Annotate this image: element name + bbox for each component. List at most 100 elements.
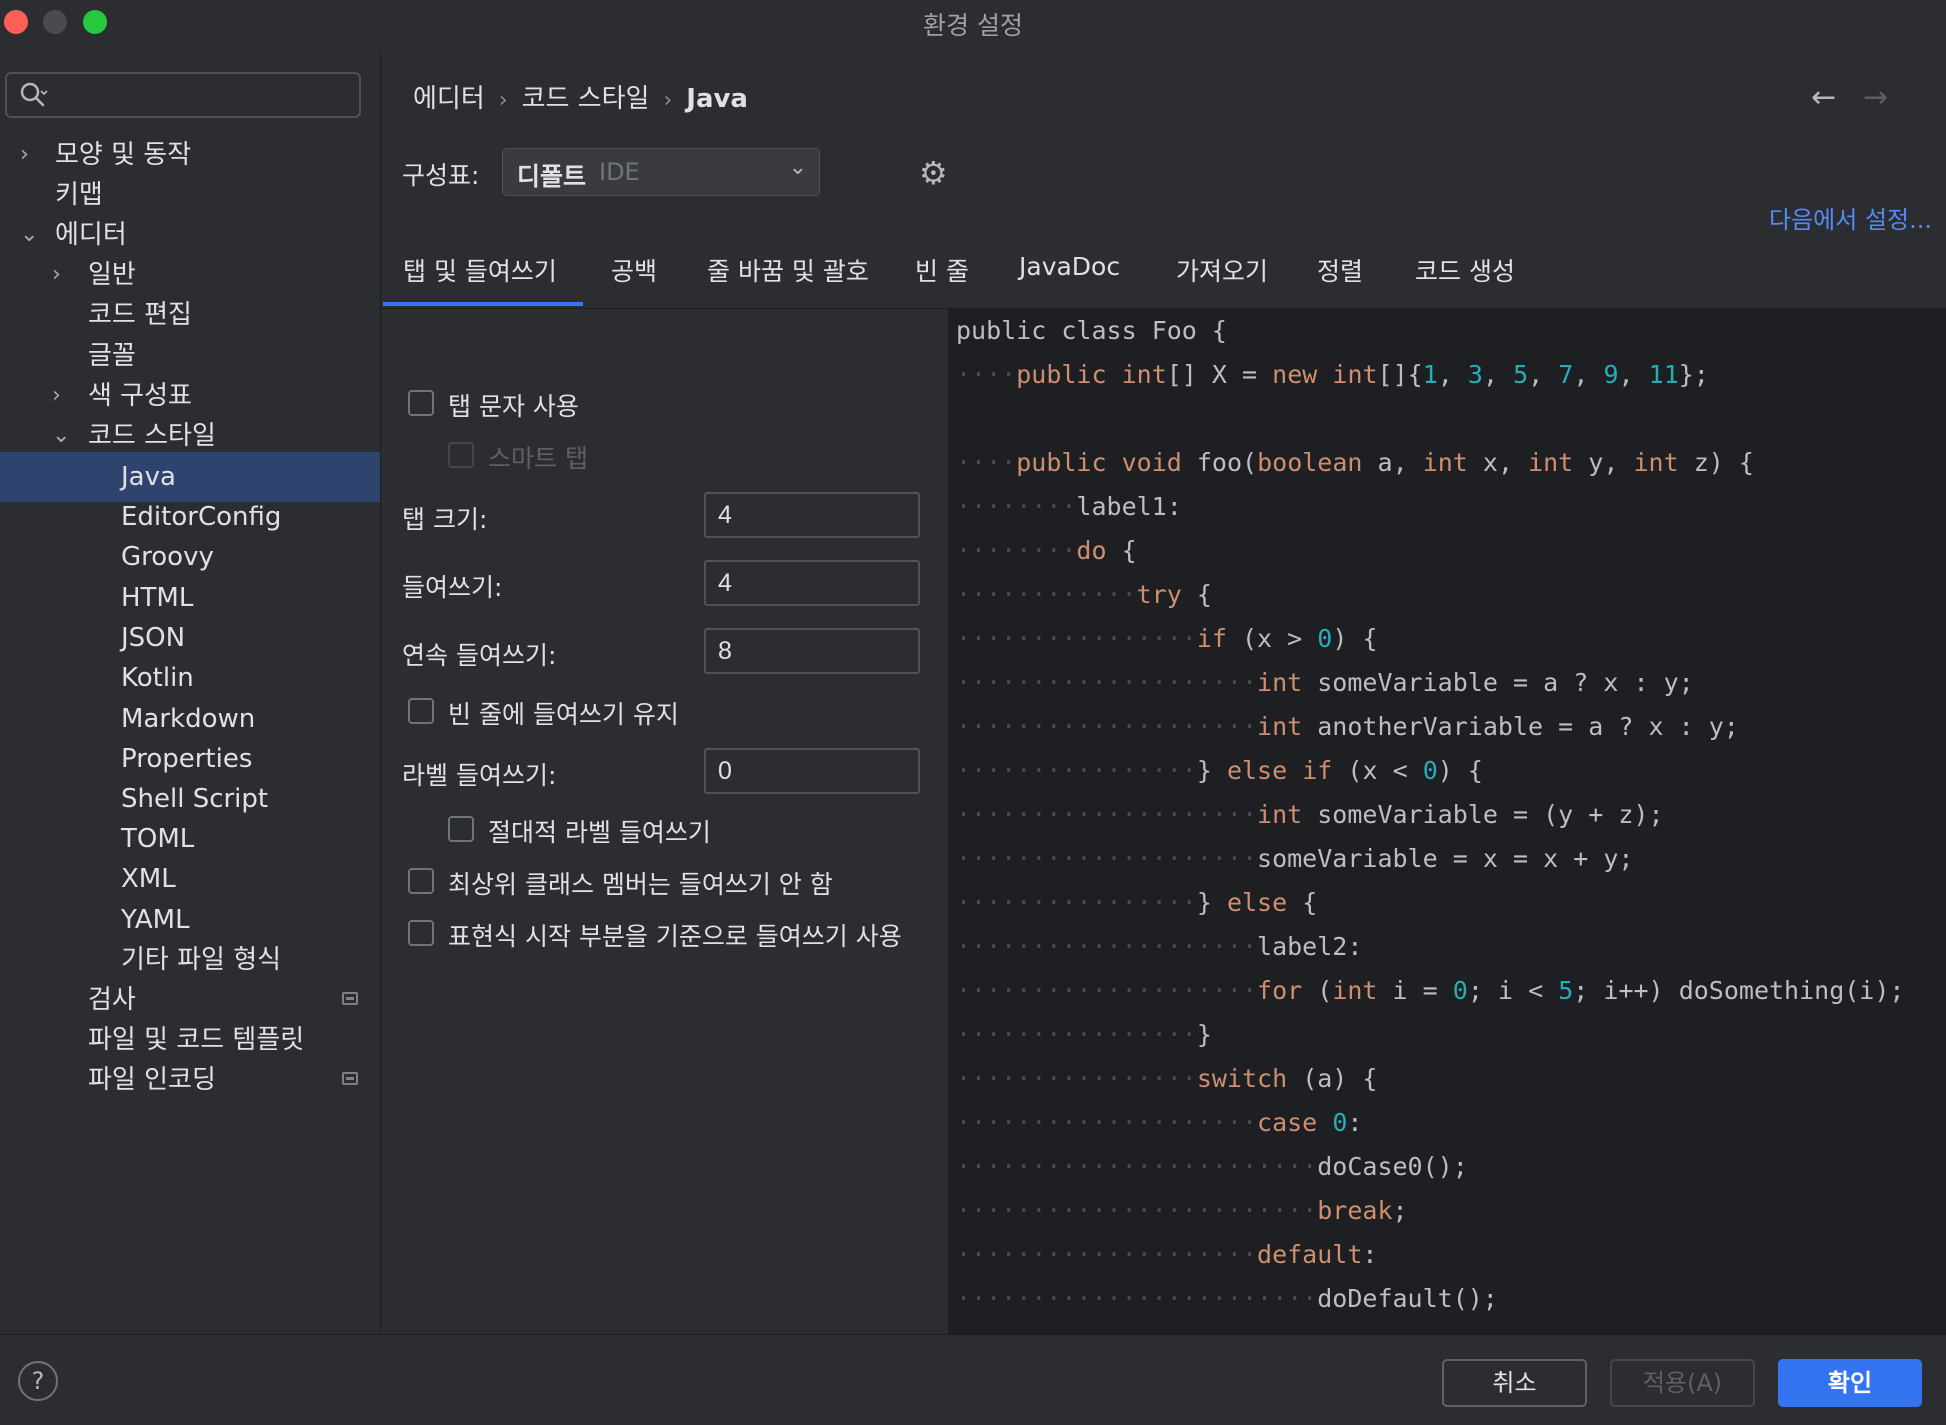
- tab-code-generation[interactable]: 코드 생성: [1415, 252, 1515, 304]
- scheme-label: 구성표:: [402, 161, 480, 190]
- indent-field[interactable]: [704, 560, 920, 606]
- use-tab-checkbox[interactable]: [408, 390, 434, 416]
- code-token: ························: [956, 1196, 1318, 1225]
- label-indent-input[interactable]: [716, 750, 900, 792]
- scheme-dropdown[interactable]: 디폴트 IDE ⌄: [502, 148, 820, 196]
- sidebar-item[interactable]: 파일 인코딩: [0, 1055, 380, 1105]
- tab-blank-lines[interactable]: 빈 줄: [915, 252, 969, 304]
- settings-scope-icon: [342, 992, 358, 1005]
- code-token: ····················: [956, 1108, 1258, 1137]
- code-token: else: [1226, 888, 1288, 917]
- code-token: ,: [1528, 360, 1544, 389]
- indent-input[interactable]: [716, 562, 900, 604]
- tab-arrangement[interactable]: 정렬: [1317, 252, 1363, 304]
- code-token: ····················: [956, 712, 1258, 741]
- code-token: public: [956, 316, 1047, 345]
- scheme-name: 디폴트: [517, 162, 587, 191]
- help-icon[interactable]: ?: [18, 1361, 58, 1401]
- code-token: +: [1588, 800, 1604, 829]
- code-token: ········: [956, 536, 1077, 565]
- search-input[interactable]: [53, 80, 347, 112]
- breadcrumb-item-code-style[interactable]: 코드 스타일: [522, 78, 650, 115]
- forward-arrow-icon: →: [1863, 80, 1889, 115]
- set-from-link[interactable]: 다음에서 설정...: [1769, 200, 1932, 235]
- ok-button[interactable]: 확인: [1778, 1359, 1922, 1407]
- code-token: else: [1226, 756, 1288, 785]
- code-token: (y: [1543, 800, 1574, 829]
- indent-label: 들여쓰기:: [402, 573, 503, 602]
- code-token: :: [1678, 712, 1694, 741]
- tab-imports[interactable]: 가져오기: [1176, 252, 1268, 304]
- tab-size-field[interactable]: [704, 492, 920, 538]
- code-line: ················switch (a) {: [956, 1057, 1377, 1101]
- code-token: 9: [1603, 360, 1619, 389]
- code-token: =: [1512, 800, 1528, 829]
- cancel-button[interactable]: 취소: [1442, 1359, 1587, 1407]
- tab-wrapping-and-braces[interactable]: 줄 바꿈 및 괄호: [707, 252, 869, 304]
- code-token: z): [1693, 448, 1724, 477]
- code-token: ················: [956, 888, 1197, 917]
- gear-icon[interactable]: ⚙: [919, 154, 948, 192]
- code-token: y;: [1603, 844, 1634, 873]
- code-line: ················}: [956, 1013, 1212, 1057]
- code-token: x: [1648, 712, 1664, 741]
- continuation-indent-input[interactable]: [716, 630, 900, 672]
- code-token: ················: [956, 624, 1197, 653]
- code-token: default: [1257, 1240, 1363, 1269]
- code-line: ························doCase0();: [956, 1145, 1468, 1189]
- code-token: ················: [956, 756, 1197, 785]
- code-token: ····················: [956, 800, 1258, 829]
- code-token: ,: [1482, 360, 1499, 389]
- code-token: anotherVariable: [1317, 712, 1544, 741]
- keep-indent-empty-checkbox[interactable]: [408, 698, 434, 724]
- code-token: =: [1512, 668, 1528, 697]
- code-token: z);: [1618, 800, 1664, 829]
- back-arrow-icon[interactable]: ←: [1811, 80, 1836, 115]
- apply-button: 적용(A): [1610, 1359, 1755, 1407]
- code-token: break: [1317, 1196, 1393, 1225]
- label-indent-field[interactable]: [704, 748, 920, 794]
- code-token: ····················: [956, 1240, 1258, 1269]
- code-token: }: [1196, 1020, 1212, 1049]
- continuation-indent-field[interactable]: [704, 628, 920, 674]
- code-token: a,: [1377, 448, 1408, 477]
- code-token: int: [1332, 976, 1378, 1005]
- code-token: int: [1422, 448, 1468, 477]
- dialog-footer: ? 취소 적용(A) 확인: [0, 1334, 1946, 1425]
- code-token: try: [1136, 580, 1182, 609]
- tab-tabs-and-indents[interactable]: 탭 및 들여쓰기: [383, 252, 583, 306]
- code-preview: public class Foo {····public int[] X = n…: [948, 309, 1946, 1334]
- indent-expr-start-checkbox[interactable]: [408, 920, 434, 946]
- code-token: 0: [1317, 624, 1333, 653]
- code-token: }: [1196, 888, 1212, 917]
- tab-spaces[interactable]: 공백: [611, 252, 657, 304]
- no-indent-top-level-checkbox[interactable]: [408, 868, 434, 894]
- breadcrumb-item-editor[interactable]: 에디터: [413, 78, 485, 115]
- tab-size-input[interactable]: [716, 494, 900, 536]
- code-line: ····················int anotherVariable …: [956, 705, 1739, 749]
- settings-search[interactable]: [5, 72, 361, 118]
- code-token: 0: [1332, 1108, 1348, 1137]
- absolute-label-indent-checkbox[interactable]: [448, 816, 474, 842]
- breadcrumb: 에디터 › 코드 스타일 › Java: [413, 78, 748, 115]
- sidebar-item-label: 파일 인코딩: [88, 1065, 216, 1095]
- tab-javadoc[interactable]: JavaDoc: [1019, 252, 1120, 304]
